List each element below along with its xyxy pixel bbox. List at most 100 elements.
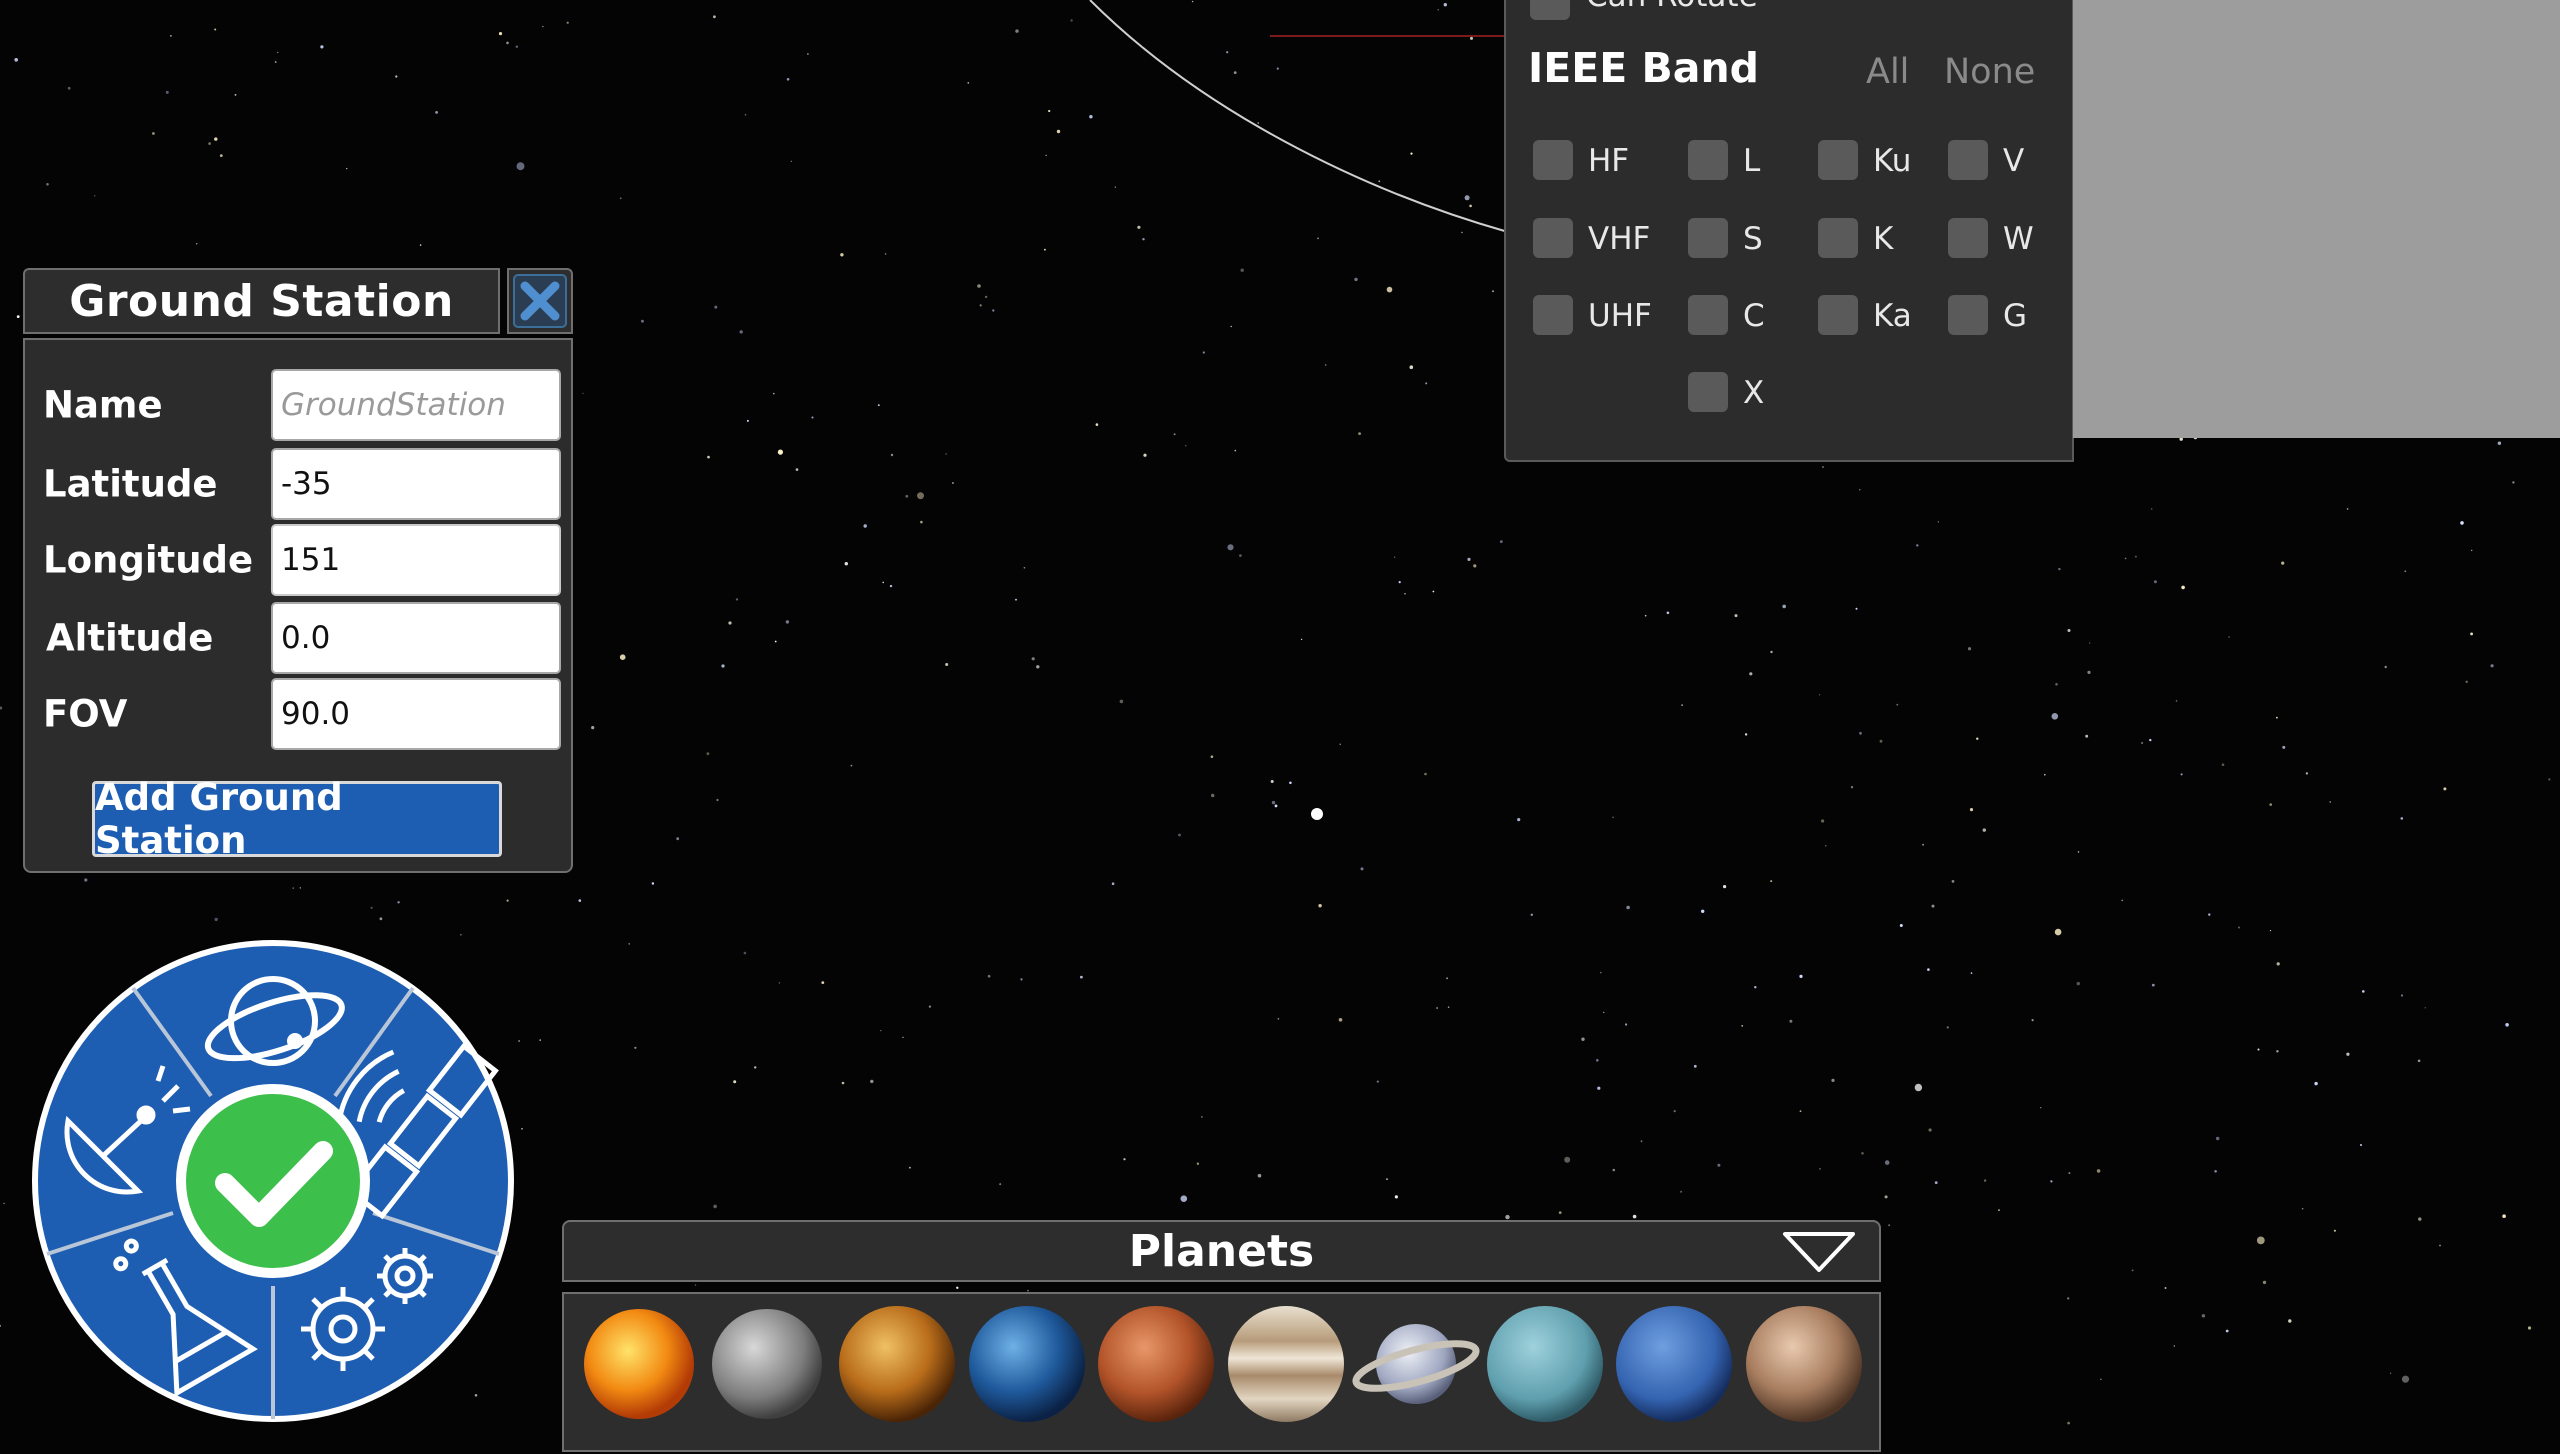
star xyxy=(506,41,509,45)
star xyxy=(2180,773,2183,776)
star xyxy=(1394,556,1396,558)
band-label-hf: HF xyxy=(1588,143,1630,179)
star xyxy=(1436,1007,1438,1009)
band-label-l: L xyxy=(1743,143,1761,179)
band-checkbox-c[interactable] xyxy=(1688,295,1728,335)
fov-input[interactable] xyxy=(271,678,561,750)
star xyxy=(1180,1195,1188,1202)
ground-station-title: Ground Station xyxy=(69,275,454,327)
star xyxy=(841,1081,845,1085)
star xyxy=(2173,1345,2175,1347)
planet-sun[interactable] xyxy=(584,1309,694,1419)
band-checkbox-s[interactable] xyxy=(1688,218,1728,258)
star xyxy=(728,621,732,625)
star xyxy=(1437,9,1439,11)
planet-venus[interactable] xyxy=(839,1306,955,1422)
select-none-link[interactable]: None xyxy=(1944,52,2035,92)
planets-header[interactable]: Planets xyxy=(562,1220,1881,1282)
star xyxy=(1799,1110,1802,1113)
star xyxy=(1233,71,1237,74)
star xyxy=(2346,1052,2350,1056)
star xyxy=(2201,1314,2206,1318)
star xyxy=(863,524,867,528)
star xyxy=(460,933,462,936)
preview-area xyxy=(2073,0,2560,438)
band-checkbox-v[interactable] xyxy=(1948,140,1988,180)
ground-station-title-bar[interactable]: Ground Station xyxy=(23,268,500,334)
band-checkbox-l[interactable] xyxy=(1688,140,1728,180)
star xyxy=(1048,109,1051,113)
star xyxy=(84,878,88,882)
band-checkbox-hf[interactable] xyxy=(1533,140,1573,180)
star xyxy=(651,882,655,885)
star xyxy=(1626,905,1630,910)
latitude-input[interactable] xyxy=(271,448,561,520)
add-ground-station-button[interactable]: Add Ground Station xyxy=(92,776,502,862)
band-checkbox-w[interactable] xyxy=(1948,218,1988,258)
star xyxy=(2067,629,2071,632)
star xyxy=(1741,1025,1744,1027)
star xyxy=(1409,365,1414,370)
star xyxy=(694,1284,697,1286)
star xyxy=(2175,700,2178,702)
star xyxy=(578,899,582,902)
planet-neptune[interactable] xyxy=(1616,1306,1732,1422)
can-rotate-checkbox[interactable] xyxy=(1530,0,1570,20)
longitude-input[interactable] xyxy=(271,524,561,596)
name-input[interactable] xyxy=(271,369,561,441)
star xyxy=(928,1005,932,1008)
checkmark-icon[interactable] xyxy=(176,1084,370,1278)
star xyxy=(1317,237,1319,240)
star xyxy=(2281,561,2285,565)
chevron-down-icon[interactable] xyxy=(1781,1230,1857,1274)
planet-saturn[interactable] xyxy=(1352,1324,1480,1404)
star xyxy=(905,494,909,498)
close-x-icon xyxy=(513,274,567,328)
planet-pluto[interactable] xyxy=(1746,1306,1862,1422)
star xyxy=(2149,738,2152,742)
star xyxy=(1020,978,1023,981)
planet-uranus[interactable] xyxy=(1487,1306,1603,1422)
star xyxy=(2216,1136,2220,1141)
band-checkbox-vhf[interactable] xyxy=(1533,218,1573,258)
star xyxy=(2465,680,2468,683)
star xyxy=(1271,800,1276,805)
ground-station-form: Name Latitude Longitude Altitude FOV Add… xyxy=(23,338,573,873)
band-checkbox-uhf[interactable] xyxy=(1533,295,1573,335)
star xyxy=(1386,1178,1388,1180)
star xyxy=(1470,36,1473,40)
star xyxy=(1044,248,1046,251)
star xyxy=(0,1325,1,1327)
band-checkbox-x[interactable] xyxy=(1688,372,1728,412)
star xyxy=(902,1036,904,1038)
band-checkbox-k[interactable] xyxy=(1818,218,1858,258)
star xyxy=(1946,1026,1949,1029)
filter-panel: Can Rotate IEEE Band All None HF L Ku V … xyxy=(1504,0,2074,462)
altitude-input[interactable] xyxy=(271,602,561,674)
star xyxy=(1859,731,1862,735)
star xyxy=(234,94,237,96)
star xyxy=(1673,1110,1676,1113)
star xyxy=(2329,801,2331,803)
star xyxy=(951,482,954,484)
star xyxy=(1015,598,1017,601)
star xyxy=(379,917,383,921)
planet-mercury[interactable] xyxy=(712,1309,822,1419)
star xyxy=(2031,1019,2034,1022)
planet-jupiter[interactable] xyxy=(1228,1306,1344,1422)
star xyxy=(1196,1162,1200,1165)
fov-row: FOV xyxy=(25,678,571,750)
star xyxy=(582,392,584,394)
select-all-link[interactable]: All xyxy=(1866,52,1909,92)
star xyxy=(945,663,949,666)
close-button[interactable] xyxy=(507,268,573,334)
band-checkbox-ka[interactable] xyxy=(1818,295,1858,335)
star xyxy=(2181,585,2185,590)
band-checkbox-ku[interactable] xyxy=(1818,140,1858,180)
star xyxy=(1358,432,1361,435)
planet-mars[interactable] xyxy=(1098,1306,1214,1422)
band-checkbox-g[interactable] xyxy=(1948,295,1988,335)
planet-earth[interactable] xyxy=(969,1306,1085,1422)
star xyxy=(1896,703,1899,706)
star xyxy=(2141,741,2144,745)
